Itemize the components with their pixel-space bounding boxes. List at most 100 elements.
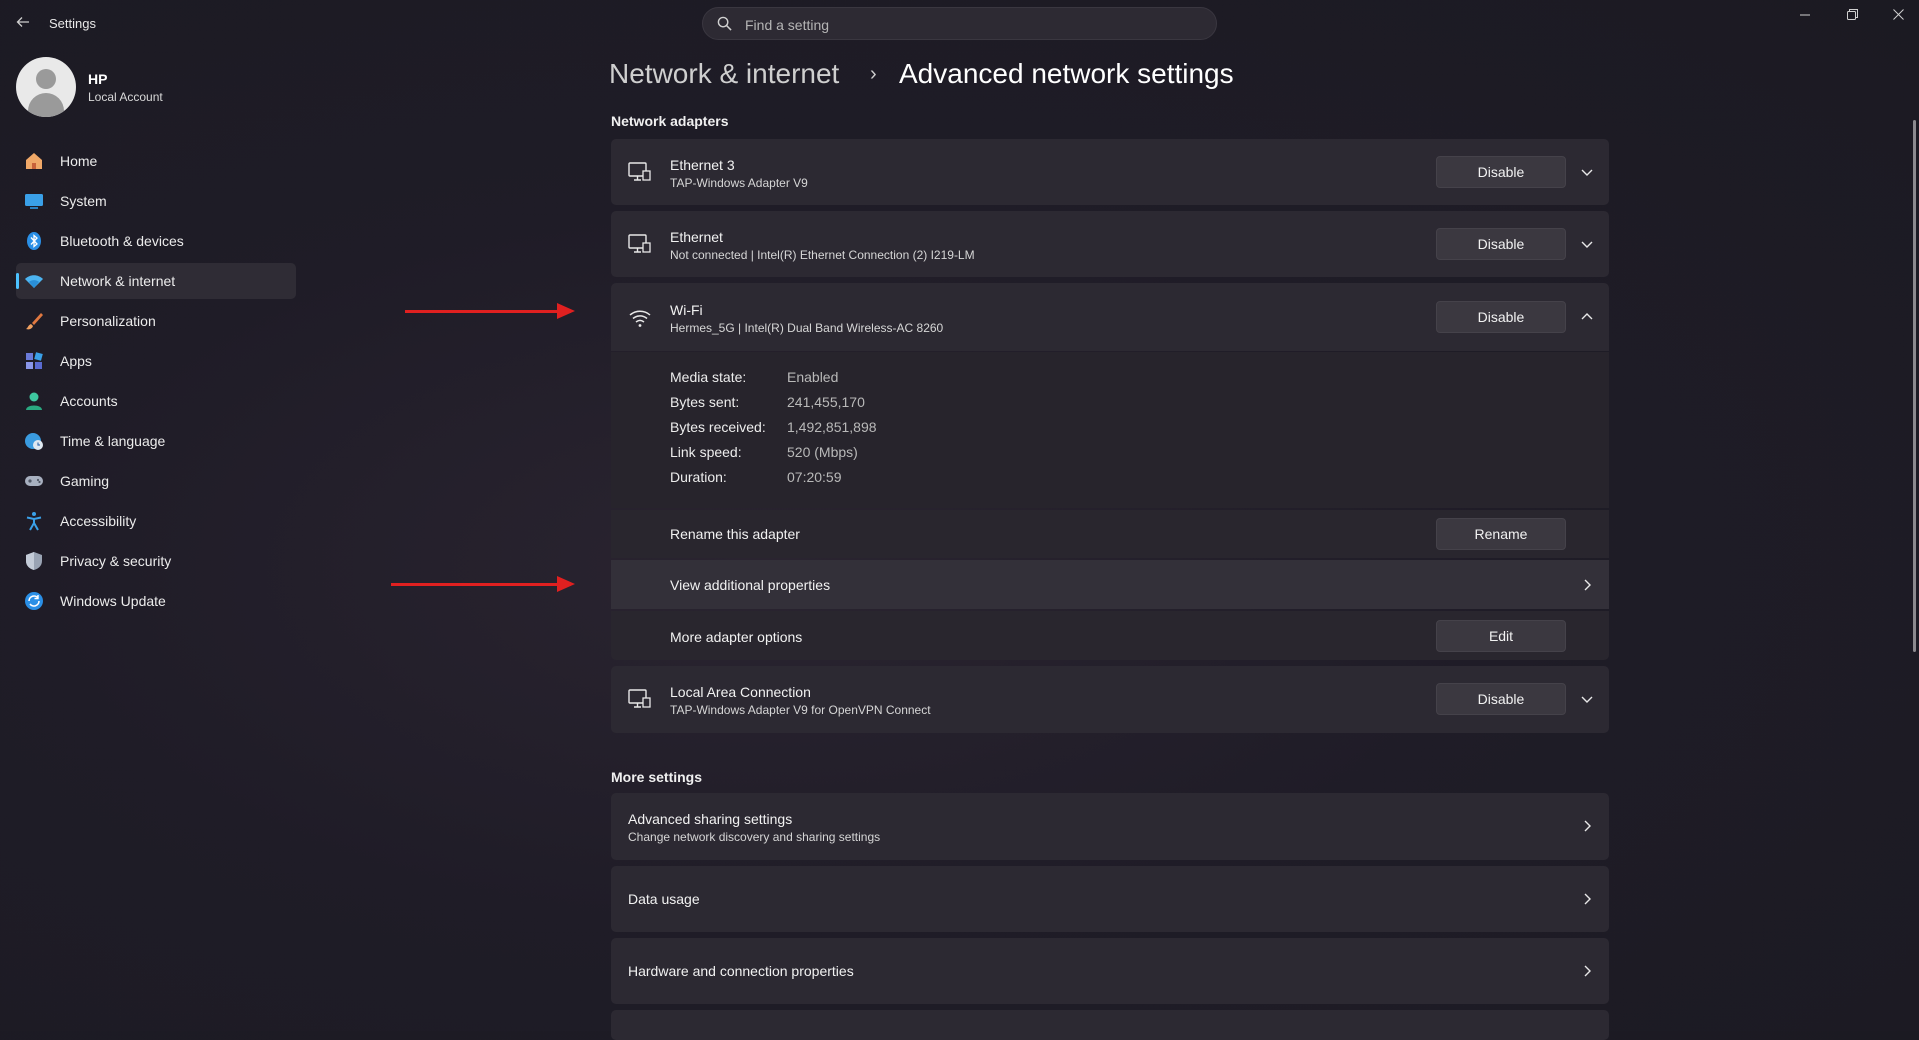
apps-icon <box>26 352 43 369</box>
data-usage-row[interactable]: Data usage <box>611 866 1609 932</box>
more-options-label: More adapter options <box>670 629 803 645</box>
sidebar-item-label: Bluetooth & devices <box>60 233 184 249</box>
update-icon <box>25 592 43 610</box>
sidebar-item-accessibility[interactable]: Accessibility <box>16 503 296 539</box>
user-name: HP <box>88 71 108 87</box>
sidebar-item-label: System <box>60 193 107 209</box>
search-icon <box>717 16 732 31</box>
sidebar-item-bluetooth[interactable]: Bluetooth & devices <box>16 223 296 259</box>
chevron-right-icon <box>1584 820 1591 832</box>
gamepad-icon <box>25 476 43 486</box>
close-icon <box>1892 9 1904 20</box>
chevron-right-icon <box>1584 579 1591 591</box>
avatar-head <box>36 69 56 89</box>
avatar[interactable] <box>16 57 76 117</box>
adapter-description: TAP-Windows Adapter V9 for OpenVPN Conne… <box>670 703 931 717</box>
disable-button[interactable]: Disable <box>1436 301 1566 333</box>
wifi-icon <box>629 310 651 327</box>
minimize-button[interactable] <box>1790 6 1820 26</box>
adapter-name: Local Area Connection <box>670 684 811 700</box>
adapter-wifi-card[interactable]: Wi-Fi Hermes_5G | Intel(R) Dual Band Wir… <box>611 283 1609 351</box>
disable-button[interactable]: Disable <box>1436 228 1566 260</box>
detail-value: 07:20:59 <box>787 469 842 485</box>
system-icon <box>25 194 43 209</box>
chevron-down-icon[interactable] <box>1579 236 1595 252</box>
minimize-icon <box>1800 14 1810 16</box>
ethernet-icon <box>628 234 651 253</box>
more-settings-partial-row[interactable] <box>611 1010 1609 1040</box>
adapter-local-area-card[interactable]: Local Area Connection TAP-Windows Adapte… <box>611 666 1609 733</box>
disable-button[interactable]: Disable <box>1436 683 1566 715</box>
back-arrow-icon <box>16 17 29 27</box>
brush-icon <box>26 313 43 330</box>
detail-label: Bytes sent: <box>670 394 740 410</box>
back-button[interactable] <box>13 14 33 34</box>
sidebar-item-apps[interactable]: Apps <box>16 343 296 379</box>
wifi-details-panel: Media state: Enabled Bytes sent: 241,455… <box>611 352 1609 508</box>
sidebar-item-label: Apps <box>60 353 92 369</box>
restore-icon <box>1846 9 1858 20</box>
sidebar-item-gaming[interactable]: Gaming <box>16 463 296 499</box>
page-title: Advanced network settings <box>899 58 1234 89</box>
chevron-right-icon <box>1584 893 1591 905</box>
sidebar-item-label: Network & internet <box>60 273 176 289</box>
sidebar-item-windows-update[interactable]: Windows Update <box>16 583 296 619</box>
advanced-sharing-subtitle: Change network discovery and sharing set… <box>628 830 881 844</box>
sidebar-item-label: Accounts <box>60 393 118 409</box>
accessibility-icon <box>26 512 42 531</box>
hardware-connection-properties-row[interactable]: Hardware and connection properties <box>611 938 1609 1004</box>
search-input[interactable] <box>743 14 1197 36</box>
sidebar-item-privacy[interactable]: Privacy & security <box>16 543 296 579</box>
adapter-ethernet3-card[interactable]: Ethernet 3 TAP-Windows Adapter V9 Disabl… <box>611 139 1609 205</box>
disable-button[interactable]: Disable <box>1436 156 1566 188</box>
adapter-description: TAP-Windows Adapter V9 <box>670 176 808 190</box>
home-icon <box>26 153 42 169</box>
detail-value: Enabled <box>787 369 839 385</box>
chevron-up-icon[interactable] <box>1579 309 1595 325</box>
account-type: Local Account <box>88 90 163 104</box>
view-properties-label: View additional properties <box>670 577 831 593</box>
restore-button[interactable] <box>1837 6 1867 26</box>
scrollbar[interactable] <box>1913 120 1916 652</box>
adapter-description: Hermes_5G | Intel(R) Dual Band Wireless-… <box>670 321 944 335</box>
chevron-down-icon[interactable] <box>1579 691 1595 707</box>
view-additional-properties-row[interactable]: View additional properties <box>611 560 1609 609</box>
detail-label: Bytes received: <box>670 419 766 435</box>
adapter-ethernet-card[interactable]: Ethernet Not connected | Intel(R) Ethern… <box>611 211 1609 277</box>
close-button[interactable] <box>1883 6 1913 26</box>
sidebar-item-home[interactable]: Home <box>16 143 296 179</box>
sidebar-nav: Home System Bluetooth & devices Network … <box>16 143 296 623</box>
sidebar-item-personalization[interactable]: Personalization <box>16 303 296 339</box>
advanced-sharing-title: Advanced sharing settings <box>628 811 793 827</box>
sidebar-item-label: Gaming <box>60 473 110 489</box>
app-title: Settings <box>49 16 96 31</box>
bluetooth-icon <box>27 232 41 250</box>
sidebar-item-network[interactable]: Network & internet <box>16 263 296 299</box>
network-adapters-heading: Network adapters <box>611 113 729 129</box>
sidebar-item-label: Personalization <box>60 313 156 329</box>
sidebar-item-accounts[interactable]: Accounts <box>16 383 296 419</box>
rename-adapter-label: Rename this adapter <box>670 526 800 542</box>
globe-clock-icon <box>25 433 43 450</box>
ethernet-icon <box>628 162 651 181</box>
sidebar-item-system[interactable]: System <box>16 183 296 219</box>
chevron-right-icon <box>1584 965 1591 977</box>
sidebar-item-label: Time & language <box>60 433 166 449</box>
breadcrumb-separator: › <box>870 63 877 85</box>
advanced-sharing-settings-row[interactable]: Advanced sharing settings Change network… <box>611 793 1609 860</box>
avatar-body <box>28 93 64 117</box>
detail-value: 241,455,170 <box>787 394 865 410</box>
search-box[interactable] <box>702 7 1217 40</box>
detail-label: Duration: <box>670 469 727 485</box>
adapter-name: Ethernet <box>670 229 723 245</box>
chevron-down-icon[interactable] <box>1579 164 1595 180</box>
hardware-properties-title: Hardware and connection properties <box>628 963 854 979</box>
edit-button[interactable]: Edit <box>1436 620 1566 652</box>
detail-label: Media state: <box>670 369 747 385</box>
rename-button[interactable]: Rename <box>1436 518 1566 550</box>
more-settings-heading: More settings <box>611 769 703 785</box>
breadcrumb-parent[interactable]: Network & internet <box>609 58 839 90</box>
detail-value: 1,492,851,898 <box>787 419 877 435</box>
sidebar-item-time-language[interactable]: Time & language <box>16 423 296 459</box>
adapter-name: Ethernet 3 <box>670 157 735 173</box>
